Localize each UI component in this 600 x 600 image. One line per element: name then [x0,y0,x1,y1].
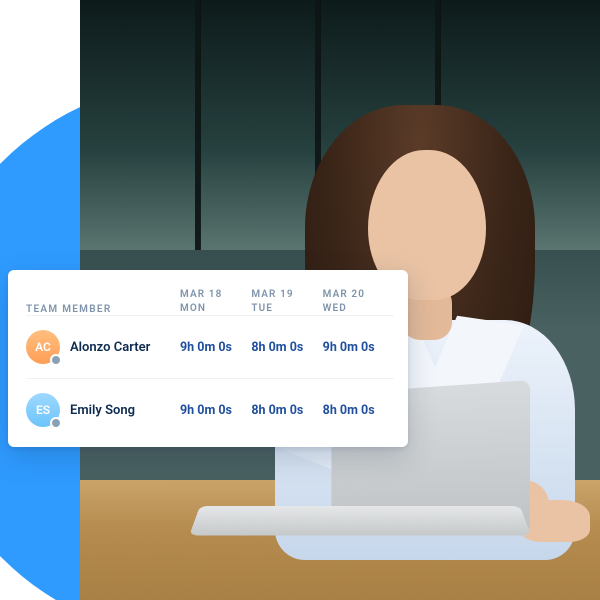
time-tracking-card: TEAM MEMBER MAR 18 MON MAR 19 TUE MAR 20… [8,270,408,447]
col-header-dow: WED [323,302,394,316]
avatar-initials: ES [36,403,50,417]
member-cell[interactable]: AC Alonzo Carter [26,330,180,364]
time-cell: 9h 0m 0s [180,340,251,355]
col-header-date: MAR 19 [251,289,293,300]
time-cell: 9h 0m 0s [180,403,251,418]
time-cell: 8h 0m 0s [251,403,322,418]
member-name[interactable]: Emily Song [70,403,135,418]
time-cell: 9h 0m 0s [323,340,394,355]
time-cell: 8h 0m 0s [323,403,394,418]
table-header-row: TEAM MEMBER MAR 18 MON MAR 19 TUE MAR 20… [26,288,394,315]
col-header-date: MAR 18 [180,289,222,300]
col-header-date: MAR 20 [323,289,365,300]
col-header-day-0: MAR 18 MON [180,288,251,315]
avatar-initials: AC [35,340,51,354]
col-header-day-1: MAR 19 TUE [251,288,322,315]
member-cell[interactable]: ES Emily Song [26,393,180,427]
avatar[interactable]: AC [26,330,60,364]
status-dot-icon [50,354,62,366]
col-header-dow: TUE [251,302,322,316]
member-name[interactable]: Alonzo Carter [70,340,150,355]
col-header-dow: MON [180,302,251,316]
col-header-team-member: TEAM MEMBER [26,304,180,315]
table-row[interactable]: AC Alonzo Carter 9h 0m 0s 8h 0m 0s 9h 0m… [26,315,394,378]
avatar[interactable]: ES [26,393,60,427]
table-row[interactable]: ES Emily Song 9h 0m 0s 8h 0m 0s 8h 0m 0s [26,378,394,441]
status-dot-icon [50,417,62,429]
col-header-day-2: MAR 20 WED [323,288,394,315]
time-cell: 8h 0m 0s [251,340,322,355]
